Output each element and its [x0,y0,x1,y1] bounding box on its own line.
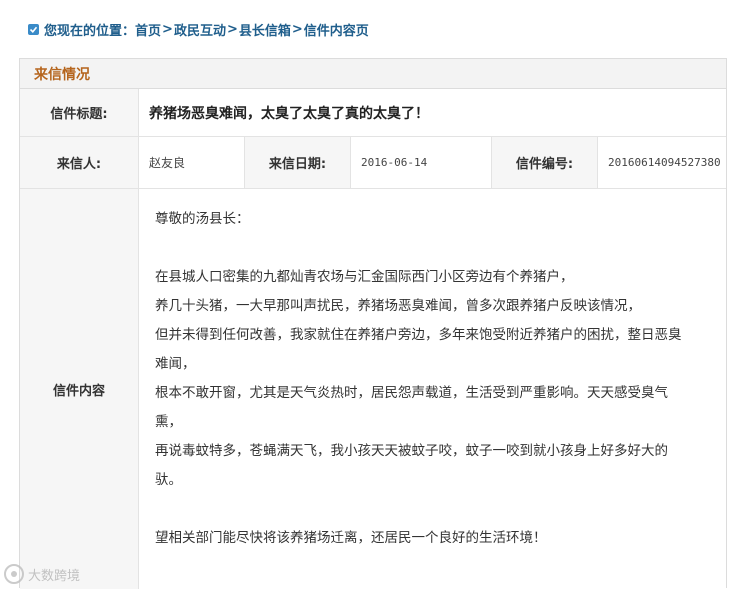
breadcrumb-current: 信件内容页 [304,20,369,39]
breadcrumb-separator: > [292,22,303,37]
breadcrumb-mailbox[interactable]: 县长信箱 [239,20,291,39]
content-row: 信件内容 尊敬的汤县长： 在县城人口密集的九都灿青农场与汇金国际西门小区旁边有个养… [20,189,726,589]
content-line: 熏， [155,408,714,437]
title-row: 信件标题: 养猪场恶臭难闻，太臭了太臭了真的太臭了！ [20,89,726,137]
letter-id-value: 20160614094527380 [598,137,726,188]
date-value: 2016-06-14 [351,137,492,188]
letter-content: 尊敬的汤县长： 在县城人口密集的九都灿青农场与汇金国际西门小区旁边有个养猪户，养几… [139,189,726,589]
meta-row: 来信人: 赵友良 来信日期: 2016-06-14 信件编号: 20160614… [20,137,726,189]
sender-label: 来信人: [20,137,139,188]
content-line: 再说毒蚊特多，苍蝇满天飞，我小孩天天被蚊子咬，蚊子一咬到就小孩身上好多好大的 [155,437,714,466]
title-label: 信件标题: [20,89,139,136]
breadcrumb-home[interactable]: 首页 [135,20,161,39]
content-line: 养几十头猪，一大早那叫声扰民，养猪场恶臭难闻，曾多次跟养猪户反映该情况， [155,292,714,321]
blank-line [155,234,714,263]
location-icon [28,24,39,35]
content-line: 但并未得到任何改善，我家就住在养猪户旁边，多年来饱受附近养猪户的困扰，整日恶臭 [155,321,714,350]
breadcrumb: 您现在的位置： 首页 > 政民互动 > 县长信箱 > 信件内容页 [28,18,369,40]
panel-header: 来信情况 [20,59,726,89]
watermark: 大数跨境 [4,564,80,584]
date-label: 来信日期: [245,137,351,188]
blank-line [155,495,714,524]
content-line: 尊敬的汤县长： [155,205,714,234]
content-label: 信件内容 [20,189,139,589]
content-line: 在县城人口密集的九都灿青农场与汇金国际西门小区旁边有个养猪户， [155,263,714,292]
watermark-text: 大数跨境 [28,565,80,584]
letter-id-label: 信件编号: [492,137,598,188]
watermark-logo-icon [4,564,24,584]
content-line: 难闻， [155,350,714,379]
content-line: 驮。 [155,466,714,495]
sender-value: 赵友良 [139,137,245,188]
content-line: 根本不敢开窗，尤其是天气炎热时，居民怨声载道，生活受到严重影响。天天感受臭气 [155,379,714,408]
breadcrumb-interaction[interactable]: 政民互动 [174,20,226,39]
letter-panel: 来信情况 信件标题: 养猪场恶臭难闻，太臭了太臭了真的太臭了！ 来信人: 赵友良… [19,58,727,588]
breadcrumb-prefix: 您现在的位置： [44,20,135,39]
content-line: 望相关部门能尽快将该养猪场迁离，还居民一个良好的生活环境！ [155,524,714,553]
breadcrumb-separator: > [227,22,238,37]
breadcrumb-separator: > [162,22,173,37]
title-value: 养猪场恶臭难闻，太臭了太臭了真的太臭了！ [139,89,726,136]
